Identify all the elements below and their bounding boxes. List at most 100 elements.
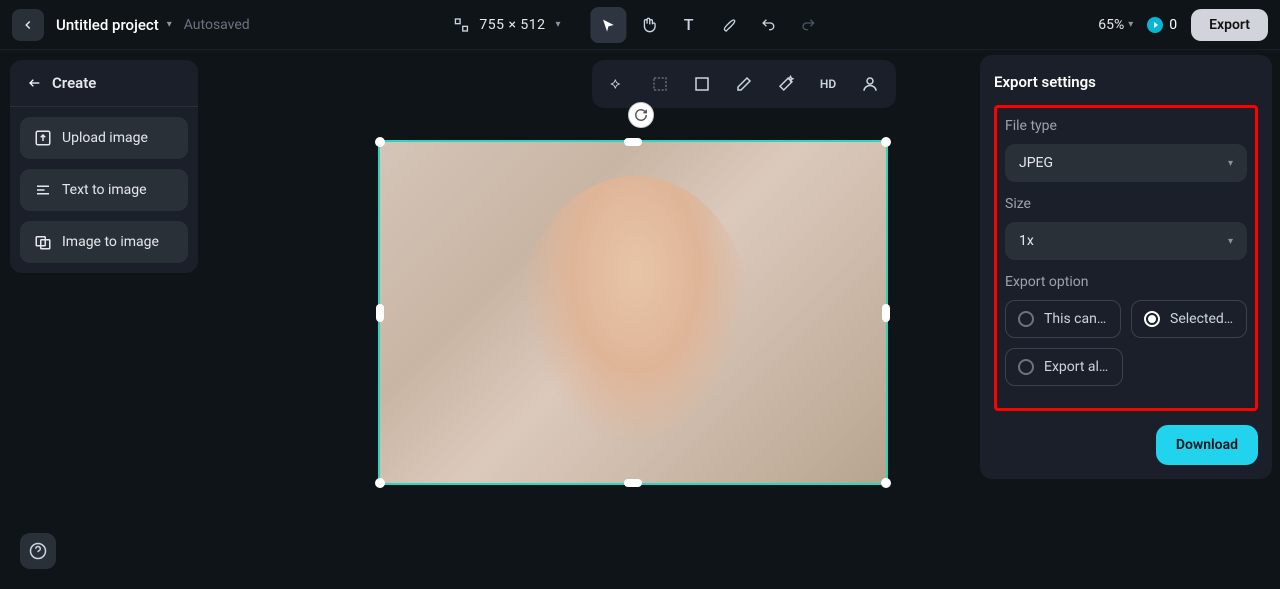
project-title-text: Untitled project: [56, 16, 159, 34]
cursor-icon: [601, 17, 617, 33]
export-settings-title: Export settings: [994, 73, 1258, 91]
dimensions-text: 755 × 512: [479, 17, 545, 33]
selection-handle-e[interactable]: [882, 304, 890, 322]
hd-label: HD: [820, 77, 836, 91]
resize-icon: [453, 17, 469, 33]
highlighted-region: File type JPEG ▾ Size 1x ▾ Export option…: [994, 105, 1258, 411]
selection-handle-nw[interactable]: [375, 137, 385, 147]
tool-group: T: [591, 7, 827, 43]
main-area: Create Upload image Text to image Image …: [0, 50, 1280, 589]
credit-icon: [1147, 17, 1163, 33]
redo-icon: [801, 17, 817, 33]
text-icon: T: [684, 15, 694, 34]
chevron-down-icon: ▾: [1228, 236, 1233, 247]
person-icon: [861, 75, 879, 93]
crop-tool[interactable]: [642, 66, 678, 102]
selected-option[interactable]: Selected l…: [1131, 300, 1247, 338]
sidebar-list: Upload image Text to image Image to imag…: [10, 107, 198, 273]
frame-icon: [693, 75, 711, 93]
selection-handle-ne[interactable]: [881, 137, 891, 147]
file-type-value: JPEG: [1019, 155, 1053, 171]
upload-image-item[interactable]: Upload image: [20, 117, 188, 159]
refresh-icon: [634, 108, 648, 122]
magic-select-tool[interactable]: [600, 66, 636, 102]
eraser-tool[interactable]: [726, 66, 762, 102]
credits-count: 0: [1169, 17, 1177, 33]
radio-checked-icon: [1144, 311, 1160, 327]
canvas-selected-image[interactable]: [378, 140, 888, 485]
magic-wand-tool[interactable]: [768, 66, 804, 102]
hand-icon: [641, 17, 657, 33]
autosaved-label: Autosaved: [184, 17, 250, 33]
chevron-left-icon: [21, 18, 35, 32]
hd-tool[interactable]: HD: [810, 66, 846, 102]
top-bar: Untitled project ▾ Autosaved 755 × 512 ▾…: [0, 0, 1280, 50]
radio-label: Export all …: [1044, 359, 1110, 375]
export-all-option[interactable]: Export all …: [1005, 348, 1123, 386]
question-icon: [29, 542, 47, 560]
refresh-handle[interactable]: [628, 102, 654, 128]
selection-handle-n[interactable]: [624, 138, 642, 146]
selection-handle-sw[interactable]: [375, 478, 385, 488]
center-controls: 755 × 512 ▾ T: [453, 7, 826, 43]
chevron-down-icon: ▾: [167, 19, 172, 30]
crop-icon: [651, 75, 669, 93]
brush-icon: [721, 17, 737, 33]
sidebar-item-label: Image to image: [62, 234, 159, 250]
brush-tool[interactable]: [711, 7, 747, 43]
selection-handle-se[interactable]: [881, 478, 891, 488]
chevron-down-icon: ▾: [1228, 158, 1233, 169]
size-label: Size: [1005, 196, 1247, 212]
magic-select-icon: [609, 75, 627, 93]
magic-wand-icon: [777, 75, 795, 93]
eraser-icon: [735, 75, 753, 93]
export-option-radios-row2: Export all …: [1005, 348, 1247, 386]
credits-badge[interactable]: 0: [1147, 17, 1177, 33]
redo-button[interactable]: [791, 7, 827, 43]
zoom-control[interactable]: 65% ▾: [1098, 17, 1133, 33]
hand-tool[interactable]: [631, 7, 667, 43]
sidebar-item-label: Text to image: [62, 182, 147, 198]
this-canvas-option[interactable]: This canvas: [1005, 300, 1121, 338]
person-tool[interactable]: [852, 66, 888, 102]
download-button[interactable]: Download: [1156, 425, 1258, 465]
radio-label: Selected l…: [1170, 311, 1234, 327]
export-button[interactable]: Export: [1191, 9, 1268, 41]
export-option-radios: This canvas Selected l…: [1005, 300, 1247, 338]
title-group: Untitled project ▾ Autosaved: [56, 16, 250, 34]
text-to-image-item[interactable]: Text to image: [20, 169, 188, 211]
text-tool[interactable]: T: [671, 7, 707, 43]
size-value: 1x: [1019, 233, 1034, 249]
file-type-select[interactable]: JPEG ▾: [1005, 144, 1247, 182]
undo-icon: [761, 17, 777, 33]
create-card: Create Upload image Text to image Image …: [10, 60, 198, 273]
cursor-tool[interactable]: [591, 7, 627, 43]
chevron-down-icon: ▾: [556, 19, 561, 30]
image-to-image-icon: [34, 233, 52, 251]
radio-icon: [1018, 359, 1034, 375]
text-to-image-icon: [34, 181, 52, 199]
size-select[interactable]: 1x ▾: [1005, 222, 1247, 260]
image-to-image-item[interactable]: Image to image: [20, 221, 188, 263]
back-arrow-icon: [26, 75, 42, 91]
selection-handle-w[interactable]: [376, 304, 384, 322]
undo-button[interactable]: [751, 7, 787, 43]
export-settings-panel: Export settings File type JPEG ▾ Size 1x…: [980, 55, 1272, 479]
sidebar-item-label: Upload image: [62, 130, 148, 146]
dimensions-control[interactable]: 755 × 512 ▾: [453, 17, 560, 33]
frame-tool[interactable]: [684, 66, 720, 102]
help-button[interactable]: [20, 533, 56, 569]
upload-icon: [34, 129, 52, 147]
radio-label: This canvas: [1044, 311, 1108, 327]
right-controls: 65% ▾ 0 Export: [1098, 9, 1268, 41]
back-button[interactable]: [12, 9, 44, 41]
radio-icon: [1018, 311, 1034, 327]
create-header[interactable]: Create: [10, 60, 198, 107]
project-title[interactable]: Untitled project ▾: [56, 16, 172, 34]
zoom-text: 65%: [1098, 17, 1124, 33]
canvas-area[interactable]: HD Export settings File type: [208, 50, 1280, 589]
canvas-toolbar: HD: [592, 60, 896, 108]
create-label: Create: [52, 74, 96, 92]
selection-handle-s[interactable]: [624, 479, 642, 487]
export-option-label: Export option: [1005, 274, 1247, 290]
